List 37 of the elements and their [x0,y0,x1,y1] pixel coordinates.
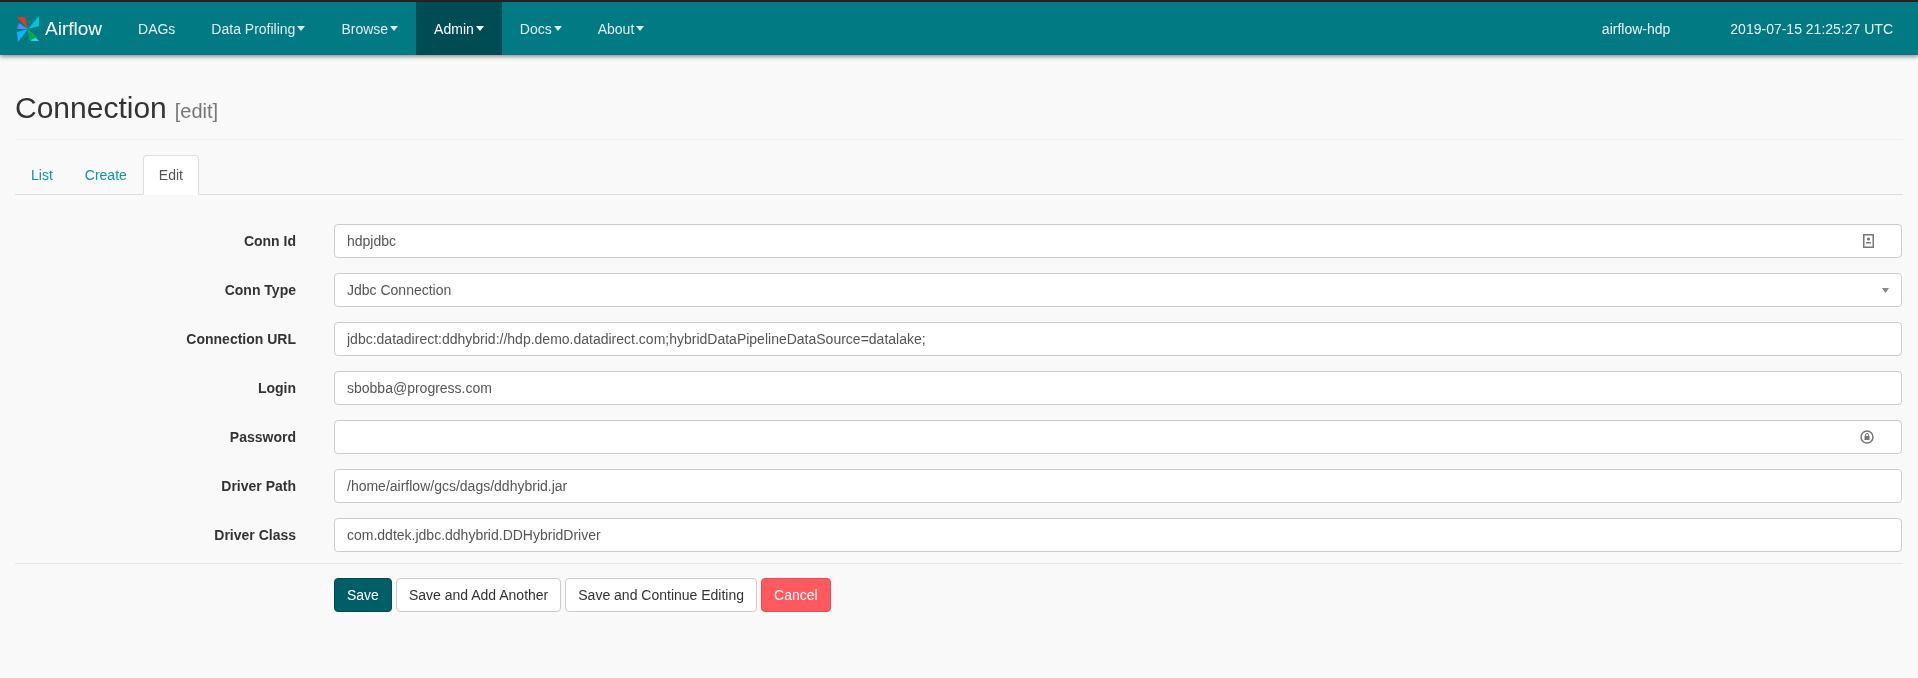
form-button[interactable]: Save and Continue Editing [565,578,758,612]
input-field[interactable]: /home/airflow/gcs/dags/ddhybrid.jar [334,469,1902,503]
input-field[interactable]: hdpjdbc [334,224,1902,258]
dropdown-arrow-icon [1882,287,1889,293]
nav-menu-item[interactable]: Browse [323,2,417,55]
pinwheel-logo [15,14,41,43]
form-button[interactable]: Save and Add Another [395,578,562,612]
clock: 2019-07-15 21:25:27 UTC [1730,19,1893,39]
hostname: airflow-hdp [1601,19,1671,39]
nav-menu-item[interactable]: DAGs [120,2,194,55]
caret-icon [636,26,645,31]
form-button[interactable]: Save [334,578,392,612]
brand-name: Airflow [45,17,102,40]
input-field[interactable]: sbobba@progress.com [334,371,1902,405]
caret-icon [297,26,306,31]
tab[interactable]: Edit [142,155,199,195]
caret-icon [475,26,484,31]
caret-icon [390,26,399,31]
lock-icon [1860,430,1874,444]
field-label: Conn Type [223,282,297,298]
page-subtitle: [edit] [174,100,219,123]
nav-menu-item[interactable]: Docs [501,2,580,55]
select-field[interactable]: Jdbc Connection [334,273,1902,307]
field-label: Password [228,429,297,445]
nav-menu-item[interactable]: Admin [416,2,502,55]
field-label: Conn Id [242,233,297,249]
nav-menu-item[interactable]: About [579,2,663,55]
field-label: Connection URL [185,331,297,347]
field-label: Login [256,380,297,396]
contact-card-icon [1863,234,1874,248]
caret-icon [553,26,562,31]
field-label: Driver Path [220,478,297,494]
nav-menu-item[interactable]: Data Profiling [193,2,324,55]
input-field[interactable]: com.ddtek.jdbc.ddhybrid.DDHybridDriver [334,518,1902,552]
page-title: Connection [15,91,167,125]
field-label: Driver Class [213,527,297,543]
input-field[interactable]: jdbc:datadirect:ddhybrid://hdp.demo.datadirect.com;hybridDataPipelineDataSource=datalake; [334,322,1902,356]
